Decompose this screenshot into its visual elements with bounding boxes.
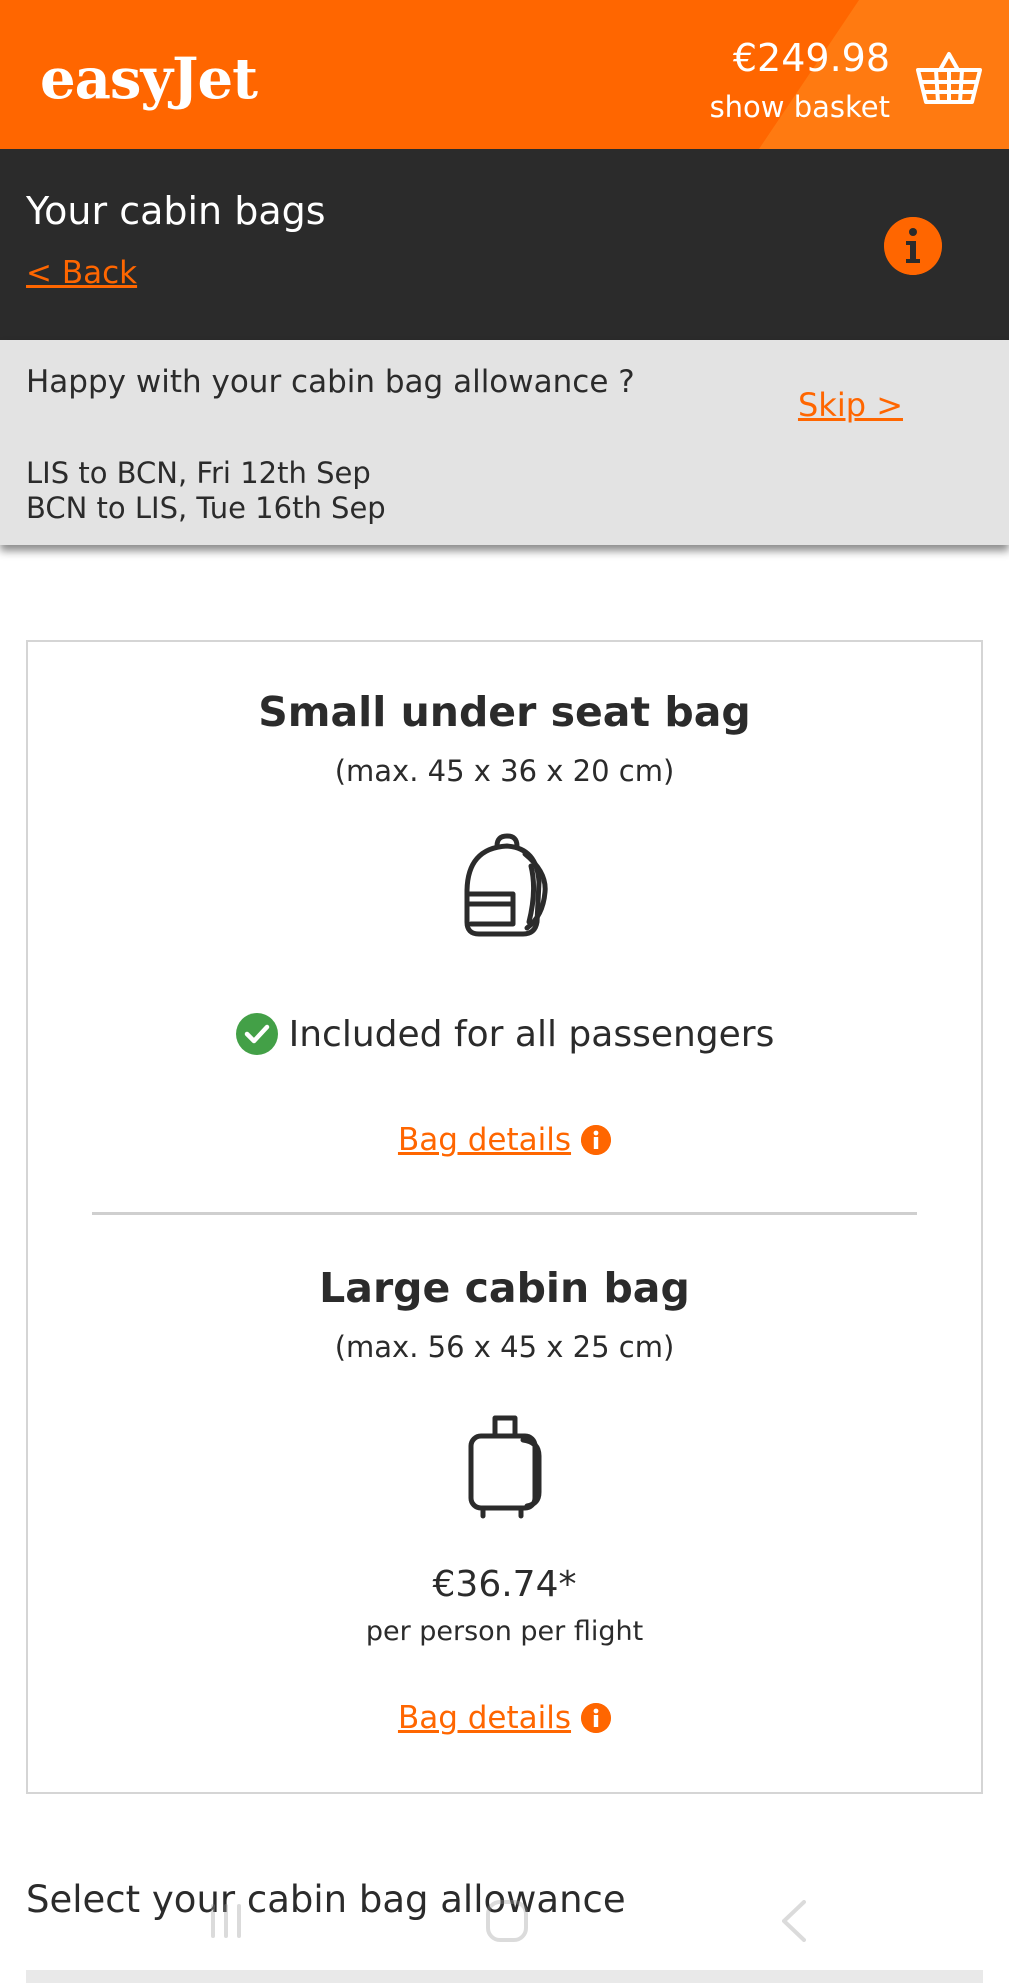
back-link[interactable]: < Back	[26, 255, 137, 291]
bag-divider	[92, 1212, 917, 1215]
small-bag-dimensions: (max. 45 x 36 x 20 cm)	[334, 754, 675, 788]
info-icon[interactable]	[884, 217, 942, 275]
large-bag-price-note: per person per flight	[365, 1616, 644, 1647]
small-bag-details-row[interactable]: Bag details	[28, 1122, 981, 1158]
backpack-icon	[464, 833, 548, 937]
included-row: Included for all passengers	[28, 1012, 981, 1056]
small-bag-title: Small under seat bag	[258, 688, 751, 736]
info-icon[interactable]	[581, 1125, 612, 1155]
small-bag-details-link[interactable]: Bag details	[398, 1122, 571, 1158]
info-icon[interactable]	[581, 1703, 612, 1733]
show-basket-link[interactable]: show basket	[710, 90, 890, 124]
select-allowance-heading: Select your cabin bag allowance	[26, 1878, 626, 1921]
included-label: Included for all passengers	[288, 1013, 775, 1055]
large-bag-details-link[interactable]: Bag details	[398, 1700, 571, 1736]
suitcase-icon	[468, 1415, 541, 1519]
large-bag-price: €36.74*	[432, 1564, 577, 1605]
basket-total-price[interactable]: €249.98	[733, 36, 890, 80]
page-title-bar: Your cabin bags < Back	[0, 149, 1009, 340]
back-nav-icon[interactable]	[774, 1898, 814, 1944]
allowance-options-edge	[26, 1970, 983, 1983]
basket-icon[interactable]	[914, 46, 984, 116]
large-bag-title: Large cabin bag	[319, 1264, 690, 1312]
easyjet-logo[interactable]: easyJet	[40, 46, 258, 112]
skip-link[interactable]: Skip >	[798, 386, 903, 424]
large-bag-dimensions: (max. 56 x 45 x 25 cm)	[334, 1330, 675, 1364]
top-header: easyJet €249.98 show basket	[0, 0, 1009, 149]
check-circle-icon	[235, 1013, 278, 1055]
skip-banner: Happy with your cabin bag allowance ? LI…	[0, 340, 1009, 545]
home-icon[interactable]	[484, 1898, 530, 1944]
recent-apps-icon[interactable]	[205, 1900, 247, 1942]
route-return: BCN to LIS, Tue 16th Sep	[26, 491, 386, 525]
page-title: Your cabin bags	[26, 189, 326, 233]
allowance-question: Happy with your cabin bag allowance ?	[26, 364, 635, 400]
large-bag-details-row[interactable]: Bag details	[28, 1700, 981, 1736]
cabin-bags-card: Small under seat bag (max. 45 x 36 x 20 …	[26, 640, 983, 1794]
route-outbound: LIS to BCN, Fri 12th Sep	[26, 456, 371, 490]
